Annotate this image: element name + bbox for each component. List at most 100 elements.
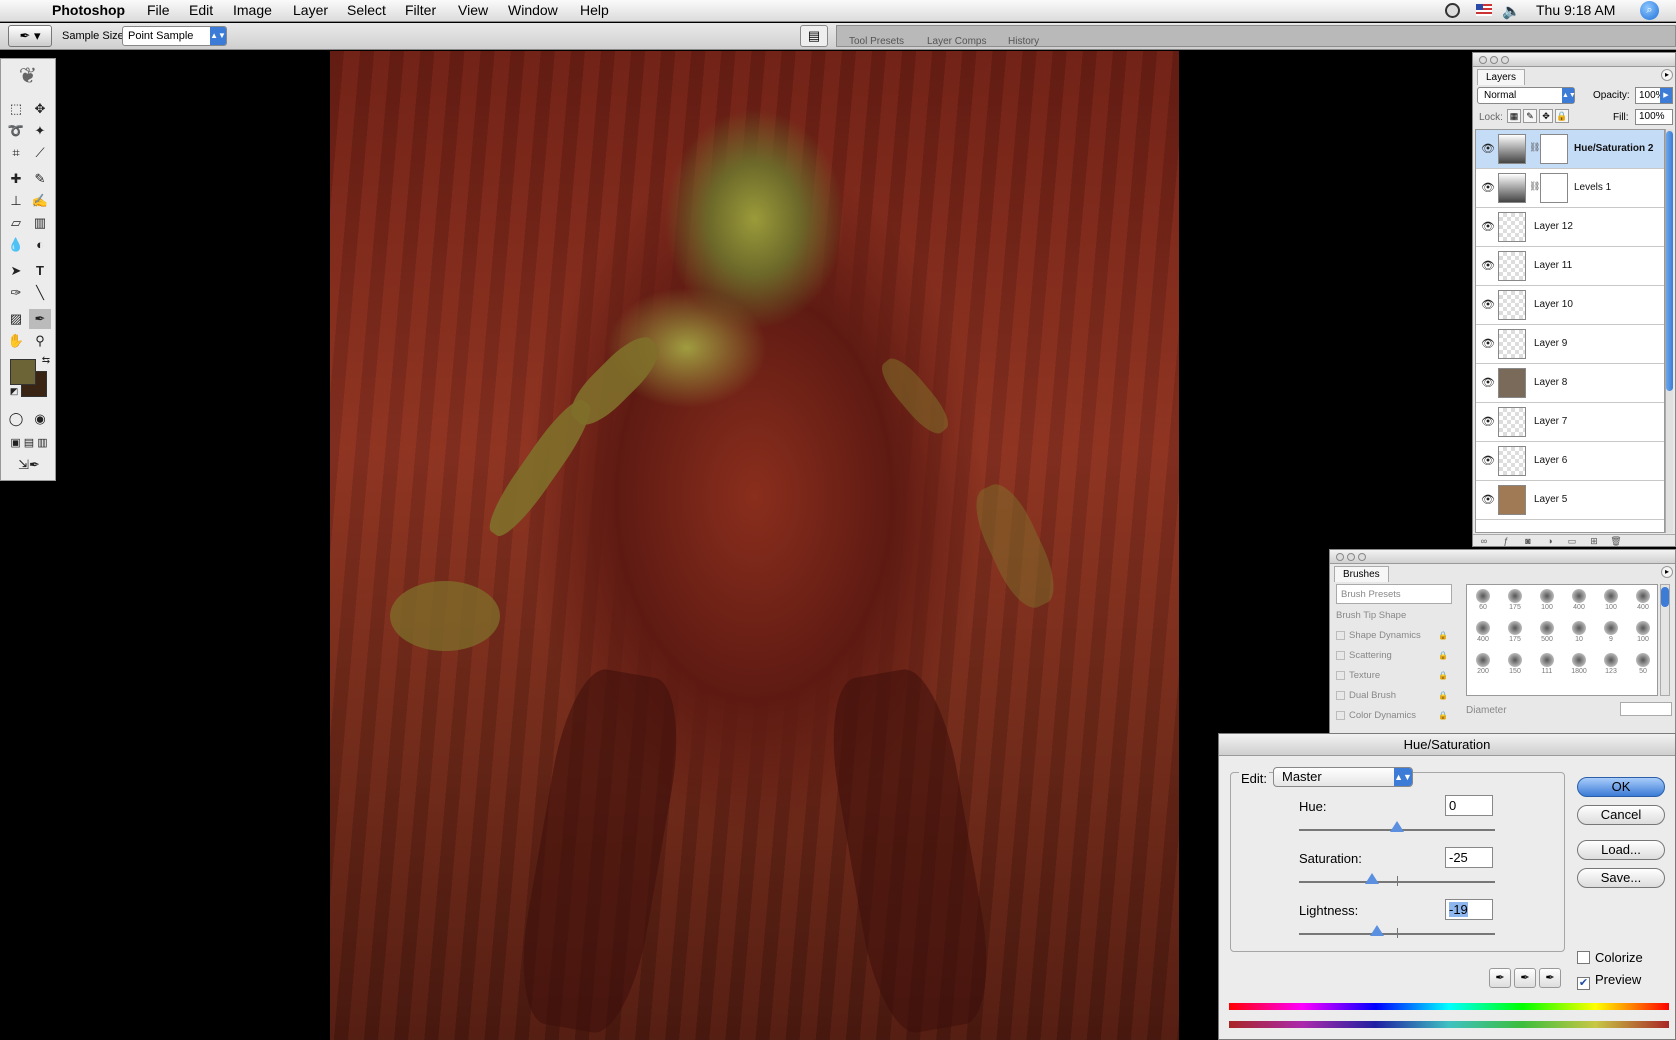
screen-mode-icons[interactable]: ▣ ▤ ▥: [2, 433, 56, 453]
lock-icon[interactable]: 🔒: [1438, 626, 1448, 646]
palette-menu-icon[interactable]: ▸: [1661, 69, 1673, 81]
load-button[interactable]: Load...: [1577, 840, 1665, 860]
colorize-checkbox[interactable]: Colorize: [1577, 950, 1643, 965]
link-layers-icon[interactable]: ∞: [1478, 536, 1490, 547]
volume-icon[interactable]: 🔈: [1502, 2, 1521, 20]
close-icon[interactable]: [1479, 56, 1487, 64]
slice-tool-icon[interactable]: ⟋: [29, 143, 51, 163]
visibility-eye-icon[interactable]: 👁: [1480, 376, 1496, 390]
zoom-icon[interactable]: [1501, 56, 1509, 64]
layers-titlebar[interactable]: [1473, 53, 1675, 67]
eyedropper-minus-icon[interactable]: ✒: [1539, 968, 1561, 988]
eyedropper-icon[interactable]: ✒: [1489, 968, 1511, 988]
brush-preset-cell[interactable]: 123: [1595, 649, 1627, 681]
layer-mask-thumbnail[interactable]: [1540, 173, 1568, 203]
menu-view[interactable]: View: [458, 2, 488, 18]
visibility-eye-icon[interactable]: 👁: [1480, 259, 1496, 273]
visibility-eye-icon[interactable]: 👁: [1480, 181, 1496, 195]
lock-all-icon[interactable]: 🔒: [1555, 109, 1569, 123]
brush-preset-cell[interactable]: 100: [1595, 585, 1627, 617]
cancel-button[interactable]: Cancel: [1577, 805, 1665, 825]
hand-tool-icon[interactable]: ✋: [5, 331, 27, 351]
minimize-icon[interactable]: [1490, 56, 1498, 64]
visibility-eye-icon[interactable]: 👁: [1480, 142, 1496, 156]
brushes-scrollbar[interactable]: [1660, 584, 1670, 696]
hue-field[interactable]: 0: [1445, 795, 1493, 816]
menu-filter[interactable]: Filter: [405, 2, 436, 18]
layer-row-layer-5[interactable]: 👁 Layer 5: [1476, 481, 1664, 520]
lock-position-icon[interactable]: ✥: [1539, 109, 1553, 123]
shape-dynamics-item[interactable]: Shape Dynamics 🔒: [1336, 626, 1452, 646]
save-button[interactable]: Save...: [1577, 868, 1665, 888]
quick-mask-mode-icon[interactable]: ◉: [29, 409, 51, 429]
brushes-titlebar[interactable]: [1330, 550, 1675, 564]
layer-row-layer-9[interactable]: 👁 Layer 9: [1476, 325, 1664, 364]
magic-wand-tool-icon[interactable]: ✦: [29, 121, 51, 141]
layer-mask-thumbnail[interactable]: [1540, 134, 1568, 164]
spotlight-icon[interactable]: ⌕: [1640, 1, 1659, 20]
scrollbar-thumb[interactable]: [1666, 131, 1673, 391]
lasso-tool-icon[interactable]: ➰: [5, 121, 27, 141]
checkbox[interactable]: [1336, 710, 1345, 720]
clone-stamp-tool-icon[interactable]: ⊥: [5, 191, 27, 211]
window-buttons[interactable]: [1336, 553, 1369, 564]
menu-select[interactable]: Select: [347, 2, 386, 18]
history-brush-tool-icon[interactable]: ✍: [29, 191, 51, 211]
layer-row-layer-7[interactable]: 👁 Layer 7: [1476, 403, 1664, 442]
move-tool-icon[interactable]: ✥: [29, 99, 51, 119]
brush-preset-cell[interactable]: 100: [1531, 585, 1563, 617]
checkmark-icon[interactable]: ✔: [1577, 977, 1590, 990]
brush-preset-cell[interactable]: 9: [1595, 617, 1627, 649]
minimize-icon[interactable]: [1347, 553, 1355, 561]
menu-window[interactable]: Window: [508, 2, 558, 18]
zoom-icon[interactable]: [1358, 553, 1366, 561]
fill-field[interactable]: 100%: [1635, 109, 1673, 125]
brush-preset-cell[interactable]: 50: [1627, 649, 1657, 681]
visibility-eye-icon[interactable]: 👁: [1480, 337, 1496, 351]
layer-row-levels-1[interactable]: 👁 ⛓ Levels 1: [1476, 169, 1664, 208]
visibility-eye-icon[interactable]: 👁: [1480, 220, 1496, 234]
edit-channel-select[interactable]: Master ▲▼: [1273, 767, 1413, 787]
jump-to-imageready-icon[interactable]: ⇲✒: [2, 455, 56, 475]
add-mask-icon[interactable]: ◙: [1522, 536, 1534, 547]
foreground-color-swatch[interactable]: [10, 359, 36, 385]
marquee-tool-icon[interactable]: ⬚: [5, 99, 27, 119]
saturation-slider-thumb[interactable]: [1365, 873, 1379, 884]
tab-tool-presets[interactable]: Tool Presets: [849, 36, 904, 47]
gradient-tool-icon[interactable]: ▥: [29, 213, 51, 233]
type-tool-icon[interactable]: T: [29, 261, 51, 281]
eyedropper-plus-icon[interactable]: ✒: [1514, 968, 1536, 988]
layer-row-layer-12[interactable]: 👁 Layer 12: [1476, 208, 1664, 247]
layer-row-hue-saturation-2[interactable]: 👁 ⛓ Hue/Saturation 2: [1476, 130, 1664, 169]
diameter-field[interactable]: [1620, 702, 1672, 716]
menu-image[interactable]: Image: [233, 2, 272, 18]
lock-transparency-icon[interactable]: ▦: [1507, 109, 1521, 123]
brush-tip-shape-item[interactable]: Brush Tip Shape: [1336, 606, 1452, 626]
dodge-tool-icon[interactable]: ◐: [29, 235, 51, 255]
lock-icon[interactable]: 🔒: [1438, 686, 1448, 706]
saturation-field[interactable]: -25: [1445, 847, 1493, 868]
brush-preset-cell[interactable]: 175: [1499, 617, 1531, 649]
checkbox[interactable]: [1336, 670, 1345, 680]
eyedropper-tool-icon[interactable]: ✒: [29, 309, 51, 329]
dual-brush-item[interactable]: Dual Brush 🔒: [1336, 686, 1452, 706]
opacity-slider-arrow-icon[interactable]: ▶: [1660, 88, 1672, 103]
menu-help[interactable]: Help: [580, 2, 609, 18]
input-menu-flag-icon[interactable]: [1476, 4, 1492, 16]
close-icon[interactable]: [1336, 553, 1344, 561]
menu-layer[interactable]: Layer: [293, 2, 328, 18]
layers-scrollbar[interactable]: [1665, 129, 1673, 533]
visibility-eye-icon[interactable]: 👁: [1480, 298, 1496, 312]
tab-layers[interactable]: Layers: [1477, 69, 1526, 85]
brush-preset-cell[interactable]: 150: [1499, 649, 1531, 681]
lock-icon[interactable]: 🔒: [1438, 706, 1448, 726]
path-selection-tool-icon[interactable]: ➤: [5, 261, 27, 281]
new-layer-icon[interactable]: ⊞: [1588, 536, 1600, 547]
ok-button[interactable]: OK: [1577, 777, 1665, 797]
checkbox[interactable]: [1336, 650, 1345, 660]
menu-edit[interactable]: Edit: [189, 2, 213, 18]
sample-size-select[interactable]: Point Sample ▲▼: [122, 26, 227, 46]
window-buttons[interactable]: [1479, 56, 1512, 67]
brush-preset-cell[interactable]: 200: [1467, 649, 1499, 681]
brush-preset-cell[interactable]: 175: [1499, 585, 1531, 617]
